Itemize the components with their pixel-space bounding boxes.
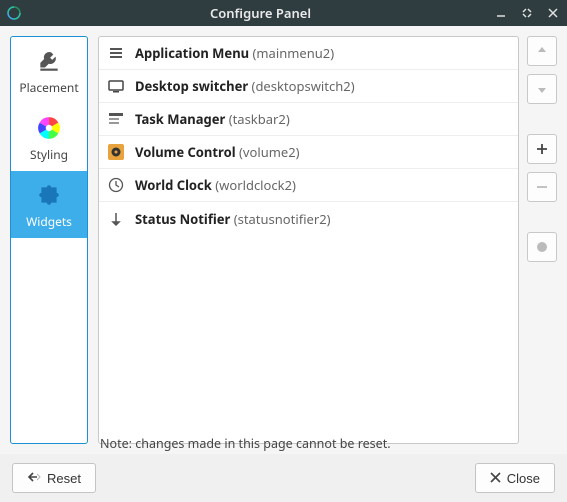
widget-id: (desktopswitch2) bbox=[252, 77, 355, 95]
sidebar-item-label: Styling bbox=[30, 146, 68, 163]
taskbar-icon bbox=[107, 110, 125, 128]
close-window-button[interactable] bbox=[545, 5, 561, 21]
widget-id: (worldclock2) bbox=[215, 176, 296, 194]
desktop-icon bbox=[107, 77, 125, 95]
sidebar-item-styling[interactable]: Styling bbox=[11, 104, 87, 171]
widget-row-text: World Clock (worldclock2) bbox=[135, 176, 510, 194]
sidebar: Placement Styling bbox=[10, 36, 88, 444]
widget-name: Application Menu bbox=[135, 44, 249, 62]
window-title: Configure Panel bbox=[28, 4, 493, 22]
widget-row[interactable]: Volume Control (volume2) bbox=[99, 136, 518, 169]
widget-row-text: Status Notifier (statusnotifier2) bbox=[135, 210, 510, 228]
reset-button[interactable]: Reset bbox=[12, 463, 96, 493]
volume-icon bbox=[107, 143, 125, 161]
sidebar-item-label: Placement bbox=[19, 79, 78, 96]
move-down-button[interactable] bbox=[527, 74, 557, 104]
widget-id: (volume2) bbox=[239, 143, 300, 161]
widget-row-text: Volume Control (volume2) bbox=[135, 143, 510, 161]
puzzle-icon bbox=[35, 181, 63, 209]
widget-name: World Clock bbox=[135, 176, 212, 194]
widget-row[interactable]: Status Notifier (statusnotifier2) bbox=[99, 202, 518, 235]
close-button[interactable]: Close bbox=[475, 463, 555, 493]
status-icon bbox=[107, 210, 125, 228]
widget-name: Status Notifier bbox=[135, 210, 230, 228]
widget-row-text: Desktop switcher (desktopswitch2) bbox=[135, 77, 510, 95]
widget-name: Volume Control bbox=[135, 143, 236, 161]
widget-id: (taskbar2) bbox=[229, 110, 290, 128]
widget-name: Desktop switcher bbox=[135, 77, 248, 95]
widget-row[interactable]: Desktop switcher (desktopswitch2) bbox=[99, 70, 518, 103]
reset-label: Reset bbox=[47, 471, 81, 486]
widget-name: Task Manager bbox=[135, 110, 225, 128]
footer-note: Note: changes made in this page cannot b… bbox=[100, 435, 391, 452]
widget-row-text: Task Manager (taskbar2) bbox=[135, 110, 510, 128]
widget-id: (statusnotifier2) bbox=[234, 210, 331, 228]
sidebar-item-label: Widgets bbox=[26, 213, 72, 230]
widget-row[interactable]: Application Menu (mainmenu2) bbox=[99, 37, 518, 70]
add-widget-button[interactable] bbox=[527, 134, 557, 164]
configure-widget-button[interactable] bbox=[527, 232, 557, 262]
widget-row-text: Application Menu (mainmenu2) bbox=[135, 44, 510, 62]
close-label: Close bbox=[507, 471, 540, 486]
close-icon bbox=[490, 471, 501, 486]
widget-row[interactable]: Task Manager (taskbar2) bbox=[99, 103, 518, 136]
move-up-button[interactable] bbox=[527, 36, 557, 66]
widget-list-frame: Application Menu (mainmenu2)Desktop swit… bbox=[98, 36, 519, 444]
titlebar: Configure Panel bbox=[0, 0, 567, 26]
sidebar-item-widgets[interactable]: Widgets bbox=[11, 171, 87, 238]
bottom-bar: Reset Close bbox=[0, 454, 567, 502]
color-wheel-icon bbox=[35, 114, 63, 142]
wrench-icon bbox=[35, 47, 63, 75]
menu-icon bbox=[107, 44, 125, 62]
app-icon bbox=[6, 5, 22, 21]
remove-widget-button[interactable] bbox=[527, 172, 557, 202]
widget-id: (mainmenu2) bbox=[252, 44, 334, 62]
reset-icon bbox=[27, 470, 41, 487]
maximize-button[interactable] bbox=[519, 5, 535, 21]
sidebar-item-placement[interactable]: Placement bbox=[11, 37, 87, 104]
widget-list: Application Menu (mainmenu2)Desktop swit… bbox=[99, 37, 518, 443]
clock-icon bbox=[107, 176, 125, 194]
minimize-button[interactable] bbox=[493, 5, 509, 21]
widget-row[interactable]: World Clock (worldclock2) bbox=[99, 169, 518, 202]
